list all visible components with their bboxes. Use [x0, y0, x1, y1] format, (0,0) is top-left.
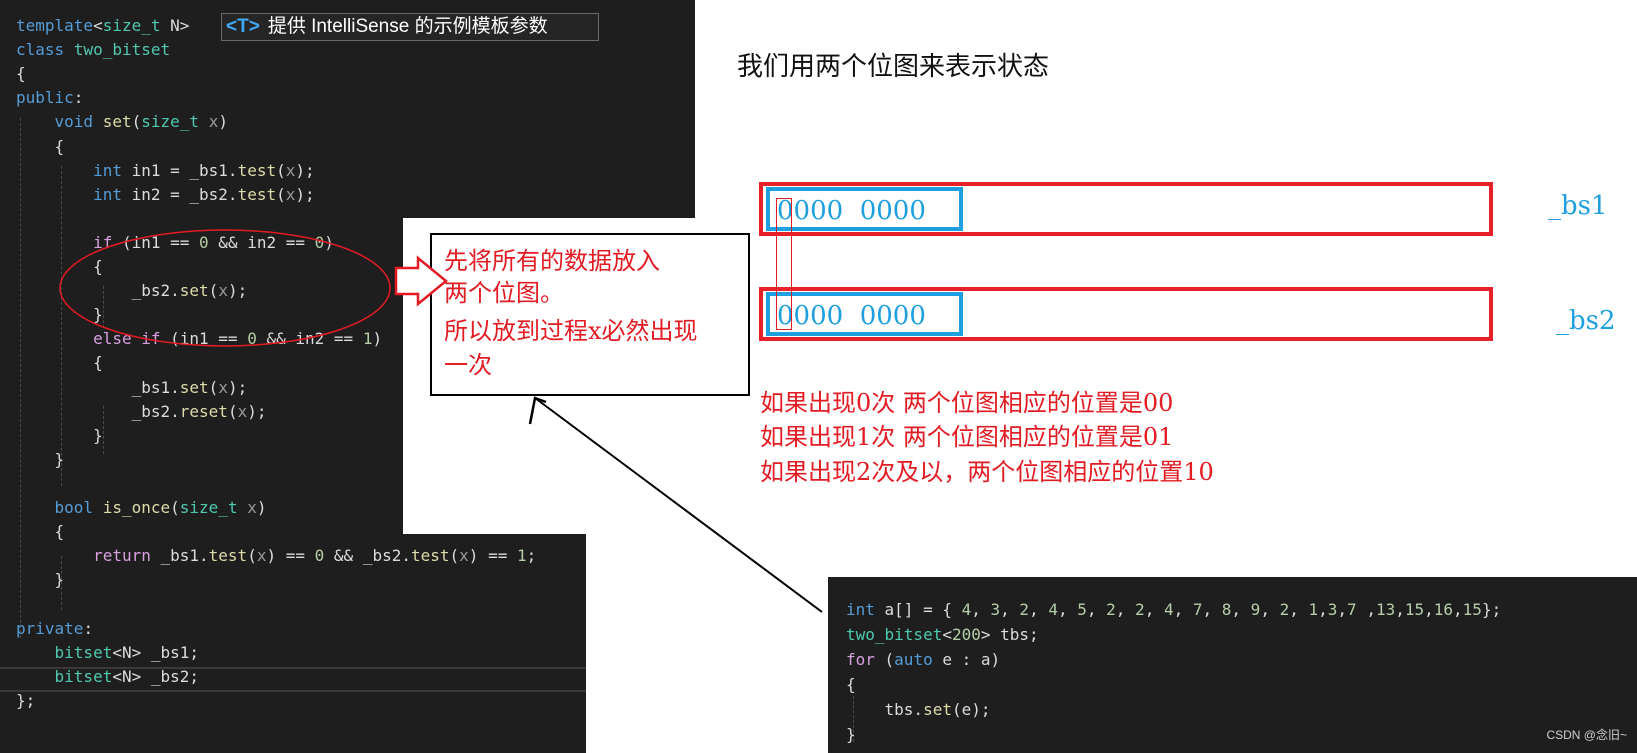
highlight-ellipse — [59, 229, 391, 347]
annotation-overlay — [59, 229, 823, 613]
connector-line — [534, 397, 823, 613]
right-arrow-icon — [394, 255, 448, 307]
connector-arrowhead — [528, 396, 547, 425]
csdn-watermark: CSDN @念旧~ — [1546, 728, 1627, 742]
